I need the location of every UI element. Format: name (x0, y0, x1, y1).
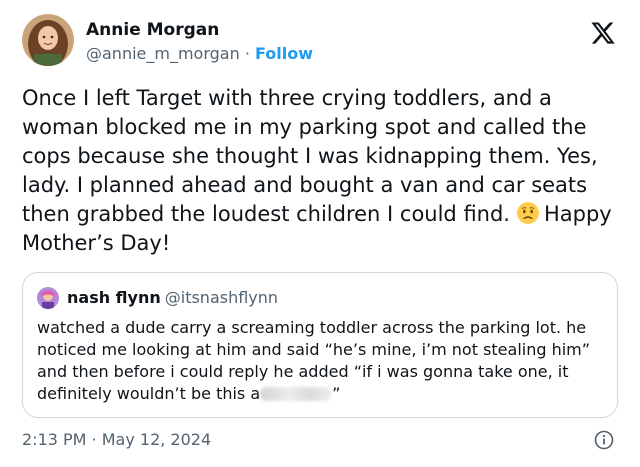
author-avatar[interactable] (22, 14, 74, 66)
x-logo-icon[interactable] (590, 20, 616, 46)
tweet-timestamp[interactable]: 2:13 PM · May 12, 2024 (22, 430, 211, 449)
quoted-tweet[interactable]: nash flynn @itsnashflynn watched a dude c… (22, 272, 618, 418)
quoted-text-closing: ” (332, 384, 341, 403)
author-handle[interactable]: @annie_m_morgan (86, 44, 240, 63)
tweet-card: Annie Morgan @annie_m_morgan · Follow On… (0, 0, 640, 467)
tweet-text: Once I left Target with three crying tod… (22, 84, 622, 258)
author-meta: @annie_m_morgan · Follow (86, 44, 313, 63)
tweet-text-main: Once I left Target with three crying tod… (22, 86, 598, 226)
follow-button[interactable]: Follow (255, 44, 313, 63)
disappointed-face-icon (516, 201, 540, 225)
info-icon[interactable] (594, 430, 614, 450)
quoted-author-handle[interactable]: @itsnashflynn (165, 288, 278, 307)
quoted-author: nash flynn @itsnashflynn (67, 288, 278, 307)
quoted-tweet-text: watched a dude carry a screaming toddler… (37, 317, 607, 405)
quoted-author-name[interactable]: nash flynn (67, 288, 161, 307)
author-name[interactable]: Annie Morgan (86, 20, 219, 40)
meta-separator: · (239, 44, 255, 63)
redacted-word (260, 387, 333, 401)
quoted-author-avatar[interactable] (37, 287, 59, 309)
